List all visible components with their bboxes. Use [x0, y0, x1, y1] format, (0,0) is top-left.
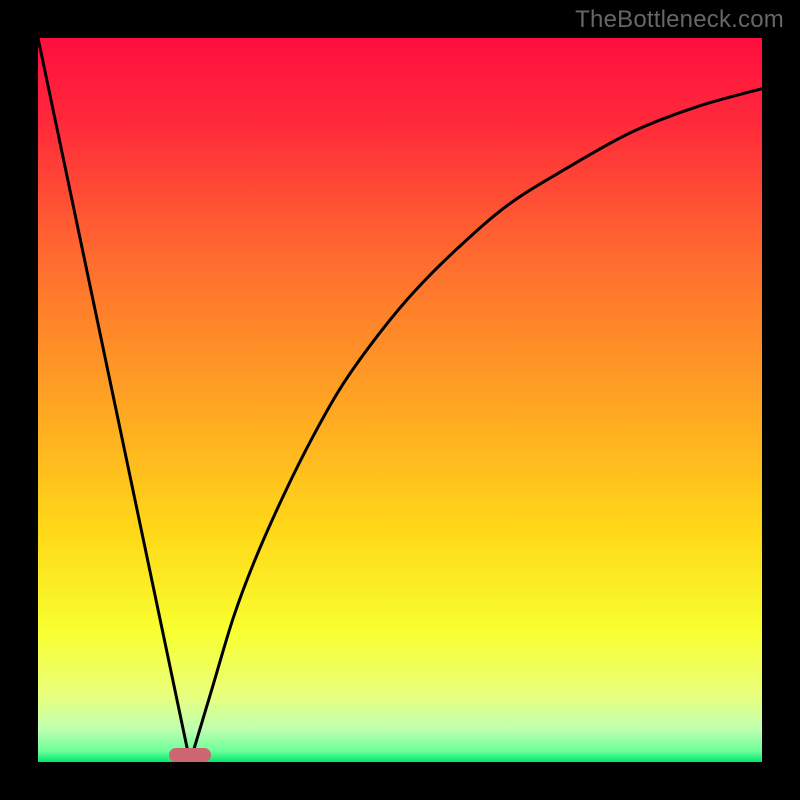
gradient-background	[38, 38, 762, 762]
plot-area	[38, 38, 762, 762]
chart-frame: TheBottleneck.com	[0, 0, 800, 800]
optimal-marker	[169, 748, 211, 762]
chart-svg	[38, 38, 762, 762]
attribution-text: TheBottleneck.com	[575, 6, 784, 34]
